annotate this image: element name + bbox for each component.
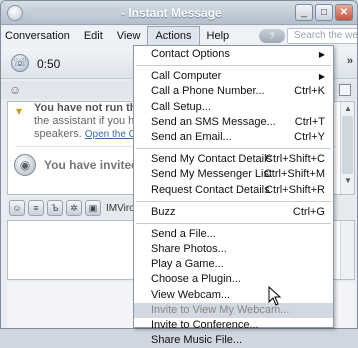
menu-item-label: Choose a Plugin... <box>151 273 241 286</box>
conversation-scrollbar[interactable]: ▲ ▼ <box>340 102 354 194</box>
pane-toggle-icon[interactable] <box>339 84 351 96</box>
warning-line-3: speakers. <box>34 128 82 140</box>
menu-item-shortcut: Ctrl+Shift+C <box>265 153 325 166</box>
phone-icon[interactable]: ☏ <box>11 54 29 72</box>
actions-menu: Contact Options ▶ Call Computer ▶ Call a Pho… <box>133 45 334 346</box>
menu-item-label: View Webcam... <box>151 288 231 301</box>
scroll-up-icon[interactable]: ▲ <box>341 102 355 116</box>
menu-item-label: Invite to Conference... <box>151 319 259 331</box>
web-search-input[interactable]: Search the web <box>287 28 357 44</box>
close-button[interactable]: ✕ <box>335 4 353 21</box>
menu-item-share-photos[interactable]: Share Photos... <box>134 242 333 257</box>
menu-item-label: Send an Email... <box>151 130 232 143</box>
menu-item-send-a-file[interactable]: Send a File... <box>134 227 333 242</box>
voice-clip-icon[interactable]: ✲ <box>66 200 82 216</box>
menu-item-label: Send My Contact Details <box>151 153 273 166</box>
menu-item-label: Request Contact Details <box>151 183 270 196</box>
expand-chevron-icon[interactable]: » <box>347 55 353 67</box>
title-bar[interactable]: - Instant Message _ □ ✕ <box>1 1 357 25</box>
smiley-icon[interactable]: ☺ <box>9 83 21 97</box>
menu-item-call-setup[interactable]: Call Setup... <box>134 100 333 115</box>
emoticon-icon[interactable]: ☺ <box>9 200 25 216</box>
menu-item-shortcut: Ctrl+T <box>294 115 325 128</box>
menu-item-call-computer[interactable]: Call Computer ▶ <box>134 69 333 84</box>
nudge-icon[interactable]: Ъ <box>47 200 63 216</box>
input-scrollbar[interactable] <box>340 221 354 279</box>
scroll-thumb[interactable] <box>342 116 353 174</box>
messenger-app-icon <box>7 5 23 21</box>
menu-separator <box>136 65 331 67</box>
menu-item-buzz[interactable]: Buzz Ctrl+G <box>134 205 333 220</box>
menu-edit[interactable]: Edit <box>77 26 110 46</box>
window-title: - Instant Message <box>121 6 222 20</box>
menu-item-share-music-file[interactable]: Share Music File... <box>134 333 333 348</box>
minimize-button[interactable]: _ <box>295 4 313 21</box>
scroll-down-icon[interactable]: ▼ <box>341 174 355 188</box>
menu-item-choose-a-plugin[interactable]: Choose a Plugin... <box>134 272 333 287</box>
menu-item-label: Send My Messenger List <box>151 168 273 181</box>
menu-separator <box>136 200 331 202</box>
contact-name-redacted <box>31 8 119 19</box>
menu-item-label: Call a Phone Number... <box>151 85 265 98</box>
wink-icon[interactable]: ≡ <box>28 200 44 216</box>
menu-item-label: Play a Game... <box>151 258 224 271</box>
menu-item-label: Send a File... <box>151 227 216 240</box>
help-icon[interactable]: ? <box>259 29 285 43</box>
warning-icon: ▾ <box>16 104 23 118</box>
menu-item-label: Contact Options <box>151 48 230 60</box>
menu-item-label: Send an SMS Message... <box>151 115 276 128</box>
menu-item-label: Call Setup... <box>151 100 211 113</box>
menu-item-label: Buzz <box>151 205 176 218</box>
menu-separator <box>136 222 331 224</box>
menu-item-send-an-sms-message[interactable]: Send an SMS Message... Ctrl+T <box>134 115 333 130</box>
menu-item-label: Call Computer <box>151 70 222 83</box>
menu-conversation[interactable]: Conversation <box>1 26 77 46</box>
menu-separator <box>136 148 331 150</box>
menu-item-send-an-email[interactable]: Send an Email... Ctrl+Y <box>134 130 333 145</box>
menu-item-send-my-contact-details[interactable]: Send My Contact Details Ctrl+Shift+C <box>134 152 333 167</box>
menu-item-shortcut: Ctrl+G <box>292 205 325 218</box>
maximize-button[interactable]: □ <box>315 4 333 21</box>
webcam-icon: ◉ <box>14 154 36 176</box>
submenu-arrow-icon: ▶ <box>318 50 325 59</box>
menu-item-invite-to-view-my-webcam[interactable]: Invite to View My Webcam... <box>134 302 333 318</box>
warning-line-1: You have not run the <box>34 102 143 114</box>
background-icon[interactable]: ▣ <box>85 200 101 216</box>
menu-item-shortcut: Ctrl+Y <box>294 130 325 143</box>
submenu-arrow-icon: ▶ <box>318 72 325 82</box>
menu-item-shortcut: Ctrl+Shift+M <box>263 168 325 181</box>
call-timer: 0:50 <box>37 57 61 71</box>
menu-item-request-contact-details[interactable]: Request Contact Details Ctrl+Shift+R <box>134 183 333 198</box>
menu-item-send-my-messenger-list[interactable]: Send My Messenger List Ctrl+Shift+M <box>134 167 333 182</box>
menu-item-shortcut: Ctrl+K <box>294 85 325 98</box>
mouse-cursor-icon <box>268 286 282 306</box>
menu-item-invite-to-conference[interactable]: Invite to Conference... <box>134 318 333 333</box>
menu-actions[interactable]: Actions <box>147 26 200 46</box>
menu-item-label: Share Music File... <box>151 334 243 347</box>
menu-item-call-a-phone-number[interactable]: Call a Phone Number... Ctrl+K <box>134 84 333 99</box>
menu-item-label: Share Photos... <box>151 243 227 256</box>
menu-view[interactable]: View <box>110 26 148 46</box>
menu-help[interactable]: Help <box>200 26 237 46</box>
menu-item-play-a-game[interactable]: Play a Game... <box>134 257 333 272</box>
help-search-area: ? Search the web <box>259 28 357 44</box>
menu-item-view-webcam[interactable]: View Webcam... <box>134 288 333 303</box>
menu-bar: Conversation Edit View Actions Help ? Se… <box>1 26 357 46</box>
menu-item-shortcut: Ctrl+Shift+R <box>265 183 325 196</box>
window-controls: _ □ ✕ <box>295 4 353 21</box>
menu-item-contact-options[interactable]: Contact Options ▶ <box>134 47 333 62</box>
